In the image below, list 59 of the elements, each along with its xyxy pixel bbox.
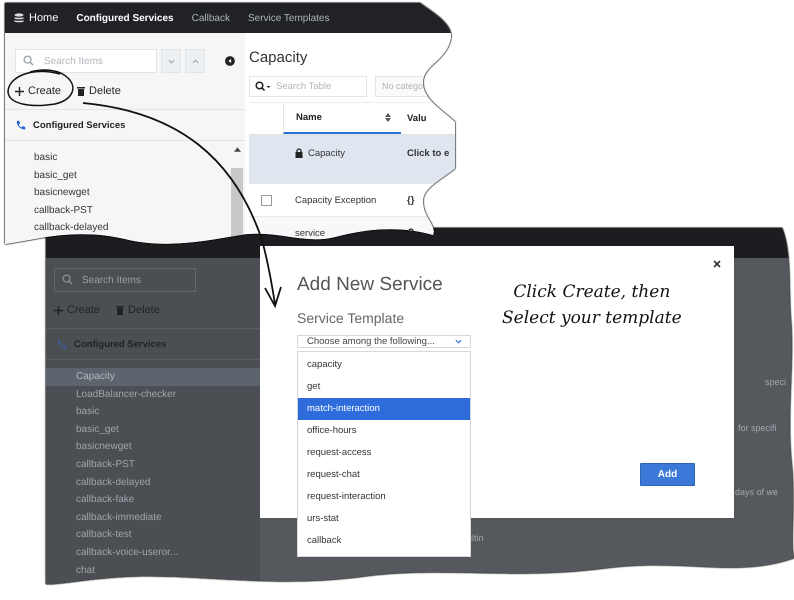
dropdown-option[interactable]: get — [298, 376, 470, 398]
table-cell: service — [295, 228, 326, 238]
sort-icon — [385, 113, 391, 122]
nav-link[interactable]: Service Templates — [248, 12, 330, 24]
service-list-item[interactable]: basicnewget — [5, 184, 245, 202]
chevron-down-icon — [455, 339, 462, 344]
delete-button[interactable]: Delete — [77, 85, 121, 97]
dropdown-option[interactable]: capacity — [298, 354, 470, 376]
table-cell: Click to e — [407, 148, 450, 159]
lock-icon — [295, 148, 303, 158]
search-icon — [62, 274, 73, 285]
search-field[interactable]: Search Items — [54, 268, 196, 292]
service-list-item[interactable]: basic — [5, 149, 245, 166]
dialog-title: Add New Service — [297, 274, 444, 296]
dropdown-option[interactable]: office-hours — [298, 420, 470, 442]
nav-link[interactable]: Callback — [192, 12, 230, 24]
dropdown-option[interactable]: callback — [298, 530, 470, 552]
collapse-panel-icon[interactable] — [225, 55, 236, 67]
chevron-down-icon — [168, 58, 175, 64]
table-cell: Capacity — [308, 148, 345, 159]
service-list-item[interactable]: callback-PST — [5, 202, 245, 219]
section-title: Configured Services — [33, 120, 126, 130]
service-list-item[interactable]: callback-delayed — [5, 219, 245, 236]
chevron-up-icon — [192, 58, 199, 64]
handwritten-note: Select your template — [502, 308, 682, 328]
page-title: Capacity — [249, 49, 308, 68]
field-label: Service Template — [297, 310, 406, 326]
home-link[interactable]: Home — [14, 12, 58, 24]
row-checkbox[interactable] — [260, 194, 272, 206]
dropdown-option[interactable]: urs-stat — [298, 508, 470, 530]
table-search-field[interactable]: Search Table — [249, 76, 367, 97]
dropdown-option[interactable]: request-chat — [298, 464, 470, 486]
dropdown-option[interactable]: request-access — [298, 442, 470, 464]
table-cell: Capacity Exception — [295, 194, 376, 206]
dropdown-option[interactable]: request-interaction — [298, 486, 470, 508]
trash-icon — [77, 86, 86, 96]
table-cell: days of we — [735, 487, 778, 497]
phone-icon — [15, 120, 26, 130]
table-cell: {} — [407, 194, 414, 206]
table-cell: speci — [765, 377, 786, 387]
handwritten-note: Click Create, then — [513, 282, 670, 302]
table-cell: for specifi — [738, 423, 777, 433]
trash-icon — [116, 305, 124, 315]
phone-icon — [56, 338, 67, 350]
plus-icon — [54, 306, 63, 314]
database-icon — [14, 13, 24, 23]
dropdown-option[interactable]: match-interaction — [298, 398, 470, 420]
scroll-up-icon[interactable] — [234, 147, 240, 152]
search-icon — [23, 55, 34, 66]
add-button[interactable]: Add — [640, 463, 695, 486]
nav-link[interactable]: Configured Services — [76, 12, 174, 24]
template-select[interactable]: Choose among the following... — [297, 335, 471, 348]
service-list-item[interactable]: basic_get — [5, 166, 245, 184]
plus-icon — [15, 86, 24, 96]
create-button[interactable]: Create — [15, 85, 62, 97]
column-header[interactable]: Valu — [401, 103, 455, 134]
search-menu-icon[interactable] — [255, 81, 271, 91]
close-icon[interactable] — [713, 260, 721, 268]
circle-annotation — [7, 69, 74, 106]
